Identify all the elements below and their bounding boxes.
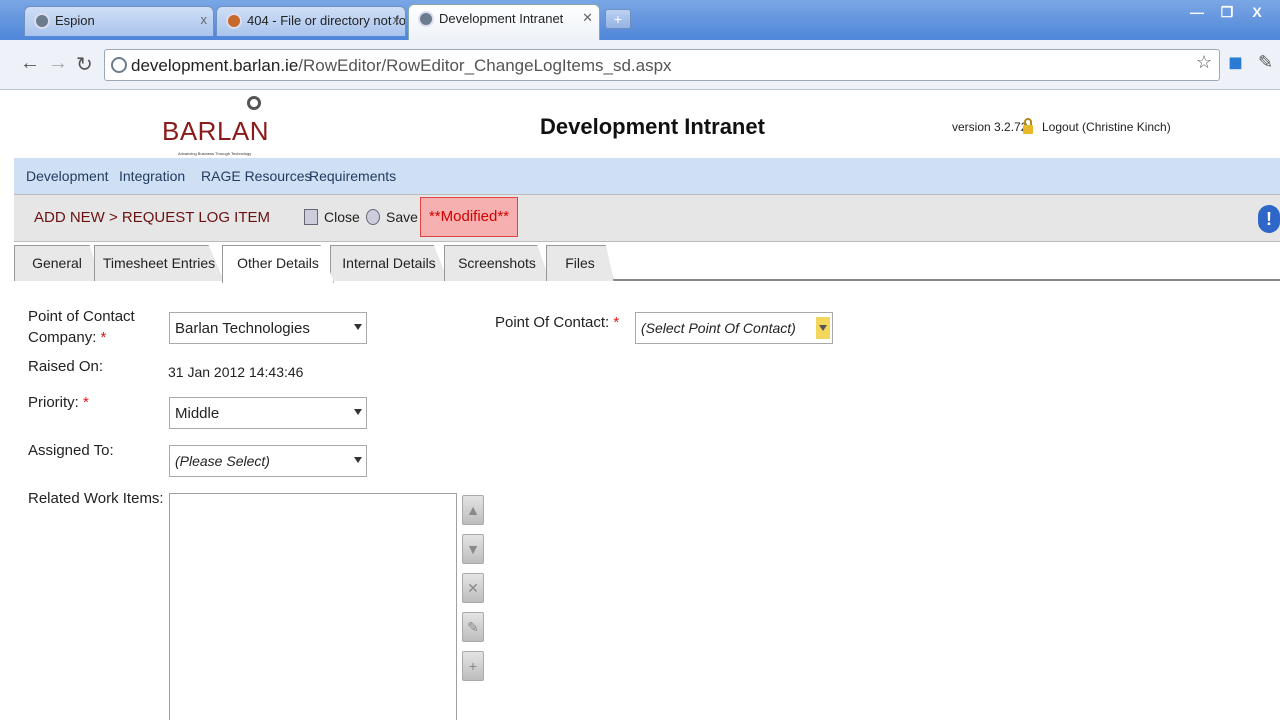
priority-select[interactable]: Middle [169, 397, 367, 429]
window-controls: — ❐ X [1184, 2, 1270, 22]
raised-on-label: Raised On: [28, 358, 104, 375]
related-work-items-label: Related Work Items: [28, 490, 164, 507]
restore-icon[interactable]: ❐ [1214, 2, 1240, 22]
browser-tab-title: Development Intranet [439, 11, 564, 26]
bookmark-star-icon[interactable]: ☆ [1196, 52, 1212, 73]
back-icon[interactable]: ← [20, 52, 40, 75]
web-page: BARLAN Advancing Business Through Techno… [14, 90, 1280, 720]
browser-tab-404[interactable]: 404 - File or directory not four x [216, 6, 406, 36]
close-icon[interactable]: x [201, 12, 208, 27]
browser-tab-title: Espion [55, 13, 95, 28]
close-icon[interactable]: x [393, 12, 400, 27]
priority-label: Priority: * [28, 394, 89, 411]
logo-swirl-icon [247, 96, 261, 110]
browser-toolbar: ← → ↻ development.barlan.ie/RowEditor/Ro… [0, 40, 1280, 90]
main-menu: Development Integration RAGE Resources R… [14, 158, 1280, 194]
assigned-to-value: (Please Select) [175, 453, 270, 469]
globe-icon [34, 13, 50, 29]
menu-item-requirements[interactable]: Requirements [309, 168, 396, 184]
browser-tab-title: 404 - File or directory not four [247, 13, 406, 28]
poc-select[interactable]: (Select Point Of Contact) [635, 312, 833, 344]
breadcrumb: ADD NEW > REQUEST LOG ITEM [34, 209, 271, 226]
page-info-icon[interactable] [111, 57, 127, 73]
move-down-icon[interactable]: ▼ [462, 534, 484, 564]
menu-item-rage-resources[interactable]: RAGE Resources [201, 168, 311, 184]
add-item-icon[interactable]: + [462, 651, 484, 681]
minimize-icon[interactable]: — [1184, 2, 1210, 22]
tab-screenshots[interactable]: Screenshots [444, 245, 550, 281]
browser-tab-espion[interactable]: Espion x [24, 6, 214, 36]
wrench-icon[interactable]: ✎ [1258, 52, 1273, 73]
save-button[interactable]: Save [366, 209, 418, 225]
globe-icon [418, 11, 434, 27]
address-url: development.barlan.ie/RowEditor/RowEdito… [131, 56, 672, 75]
close-button[interactable]: Close [304, 209, 360, 225]
poc-value: (Select Point Of Contact) [641, 320, 796, 336]
poc-label: Point Of Contact: * [495, 314, 620, 331]
page-icon [226, 13, 242, 29]
chevron-down-icon [354, 457, 362, 463]
close-window-icon[interactable]: X [1244, 2, 1270, 22]
reload-icon[interactable]: ↻ [76, 52, 93, 77]
logo-text: BARLAN [162, 116, 270, 146]
move-up-icon[interactable]: ▲ [462, 495, 484, 525]
extension-icon[interactable]: ◼ [1228, 52, 1243, 73]
version-label: version 3.2.72 [952, 120, 1028, 134]
tab-timesheet-entries[interactable]: Timesheet Entries [94, 245, 224, 281]
tab-general[interactable]: General [14, 245, 100, 281]
poc-company-value: Barlan Technologies [175, 320, 310, 337]
related-work-items-list[interactable] [169, 493, 457, 720]
poc-company-label: Point of Contact Company: * [28, 308, 135, 346]
save-button-label: Save [386, 209, 418, 225]
menu-item-development[interactable]: Development [26, 168, 109, 184]
close-doc-icon [304, 209, 318, 225]
menu-item-integration[interactable]: Integration [119, 168, 185, 184]
browser-tabstrip: Espion x 404 - File or directory not fou… [0, 0, 1280, 40]
priority-value: Middle [175, 405, 220, 422]
poc-company-select[interactable]: Barlan Technologies [169, 312, 367, 344]
browser-tab-development-intranet[interactable]: Development Intranet ✕ [408, 4, 600, 40]
forward-icon[interactable]: → [48, 52, 68, 75]
edit-icon[interactable]: ✎ [462, 612, 484, 642]
close-icon[interactable]: ✕ [582, 10, 593, 26]
tab-internal-details[interactable]: Internal Details [330, 245, 448, 281]
dropdown-arrow-icon [816, 317, 830, 339]
record-tabs: General Timesheet Entries Other Details … [14, 242, 1280, 283]
assigned-to-label: Assigned To: [28, 442, 114, 459]
tab-other-details[interactable]: Other Details [222, 245, 334, 283]
action-bar: ADD NEW > REQUEST LOG ITEM Close Save **… [14, 194, 1280, 242]
barlan-logo[interactable]: BARLAN Advancing Business Through Techno… [162, 96, 272, 158]
logout-link[interactable]: Logout (Christine Kinch) [1042, 120, 1171, 134]
logo-tagline: Advancing Business Through Technology [178, 151, 252, 156]
chevron-down-icon [354, 324, 362, 330]
address-bar[interactable]: development.barlan.ie/RowEditor/RowEdito… [104, 49, 1220, 81]
info-icon[interactable]: ! [1258, 205, 1280, 233]
new-tab-button[interactable]: + [605, 9, 631, 29]
save-gear-icon [366, 209, 380, 225]
lock-icon [1023, 118, 1033, 134]
assigned-to-select[interactable]: (Please Select) [169, 445, 367, 477]
close-button-label: Close [324, 209, 360, 225]
delete-icon[interactable]: ✕ [462, 573, 484, 603]
raised-on-value: 31 Jan 2012 14:43:46 [168, 364, 304, 380]
chevron-down-icon [354, 409, 362, 415]
modified-badge: **Modified** [420, 197, 518, 237]
page-title: Development Intranet [540, 114, 765, 139]
site-header: BARLAN Advancing Business Through Techno… [14, 90, 1280, 158]
tab-files[interactable]: Files [546, 245, 614, 281]
